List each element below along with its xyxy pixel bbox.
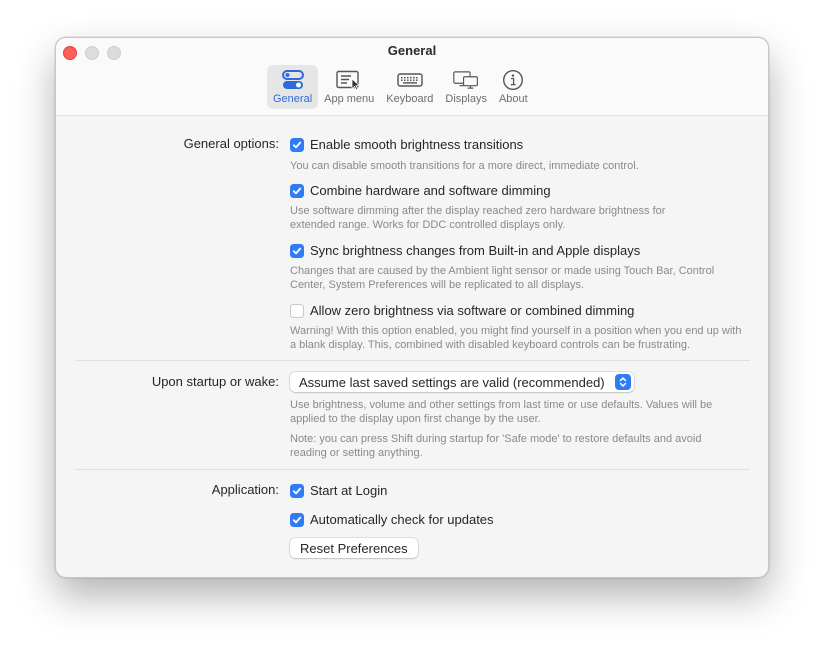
- option-label: Allow zero brightness via software or co…: [310, 303, 635, 318]
- chevron-up-down-icon[interactable]: [615, 374, 631, 390]
- checkmark-icon: [292, 187, 302, 194]
- tab-displays[interactable]: Displays: [439, 65, 493, 109]
- reset-preferences-button[interactable]: Reset Preferences: [290, 538, 418, 558]
- info-icon: [500, 69, 526, 91]
- toolbar: General General App menu Keyboard Displa…: [56, 38, 768, 116]
- tab-keyboard[interactable]: Keyboard: [380, 65, 439, 109]
- auto-update-checkbox[interactable]: Automatically check for updates: [290, 512, 494, 527]
- option-description: You can disable smooth transitions for a…: [290, 160, 639, 172]
- displays-icon: [453, 69, 479, 91]
- checkbox-checked[interactable]: [290, 137, 304, 152]
- section-divider: [75, 360, 750, 361]
- start-at-login-checkbox[interactable]: Start at Login: [290, 483, 387, 498]
- toggles-icon: [280, 69, 306, 91]
- sync-brightness-checkbox[interactable]: Sync brightness changes from Built-in an…: [290, 243, 640, 258]
- smooth-transitions-checkbox[interactable]: Enable smooth brightness transitions: [290, 137, 523, 152]
- startup-label: Upon startup or wake:: [151, 374, 279, 389]
- checkmark-icon: [292, 487, 302, 494]
- startup-note: Note: you can press Shift during startup…: [290, 433, 702, 459]
- tab-label: Displays: [445, 93, 487, 105]
- select-value: Assume last saved settings are valid (re…: [299, 374, 605, 390]
- checkbox-checked[interactable]: [290, 512, 304, 527]
- tab-label: General: [273, 93, 313, 105]
- general-options-label: General options:: [183, 136, 279, 151]
- preferences-window: General General App menu Keyboard Displa…: [55, 37, 769, 578]
- option-description: Changes that are caused by the Ambient l…: [290, 265, 715, 291]
- tab-about[interactable]: About: [493, 65, 534, 109]
- tab-bar: General App menu Keyboard Displays About: [267, 65, 534, 109]
- checkbox-checked[interactable]: [290, 183, 304, 198]
- option-label: Combine hardware and software dimming: [310, 183, 551, 198]
- option-label: Enable smooth brightness transitions: [310, 137, 524, 152]
- checkbox-checked[interactable]: [290, 483, 304, 498]
- application-label: Application:: [211, 482, 279, 497]
- tab-label: About: [498, 93, 528, 105]
- tab-general[interactable]: General: [267, 65, 319, 109]
- checkbox-checked[interactable]: [290, 243, 304, 258]
- combine-dimming-checkbox[interactable]: Combine hardware and software dimming: [290, 183, 551, 198]
- startup-behavior-select[interactable]: Assume last saved settings are valid (re…: [290, 372, 634, 392]
- app-menu-icon: [336, 69, 362, 91]
- option-label: Sync brightness changes from Built-in an…: [310, 243, 641, 258]
- window-title: General: [387, 43, 437, 58]
- option-description: Warning! With this option enabled, you m…: [290, 325, 742, 351]
- zero-brightness-checkbox[interactable]: Allow zero brightness via software or co…: [290, 303, 634, 318]
- checkmark-icon: [292, 247, 302, 254]
- option-label: Start at Login: [310, 483, 388, 498]
- option-description: Use software dimming after the display r…: [290, 205, 666, 231]
- section-divider: [75, 469, 750, 470]
- checkbox-unchecked[interactable]: [290, 303, 304, 318]
- option-label: Automatically check for updates: [310, 512, 494, 527]
- tab-label: Keyboard: [386, 93, 434, 105]
- checkmark-icon: [292, 516, 302, 523]
- checkmark-icon: [292, 141, 302, 148]
- keyboard-icon: [397, 69, 423, 91]
- tab-label: App menu: [324, 93, 375, 105]
- tab-app-menu[interactable]: App menu: [318, 65, 380, 109]
- startup-description: Use brightness, volume and other setting…: [290, 399, 713, 425]
